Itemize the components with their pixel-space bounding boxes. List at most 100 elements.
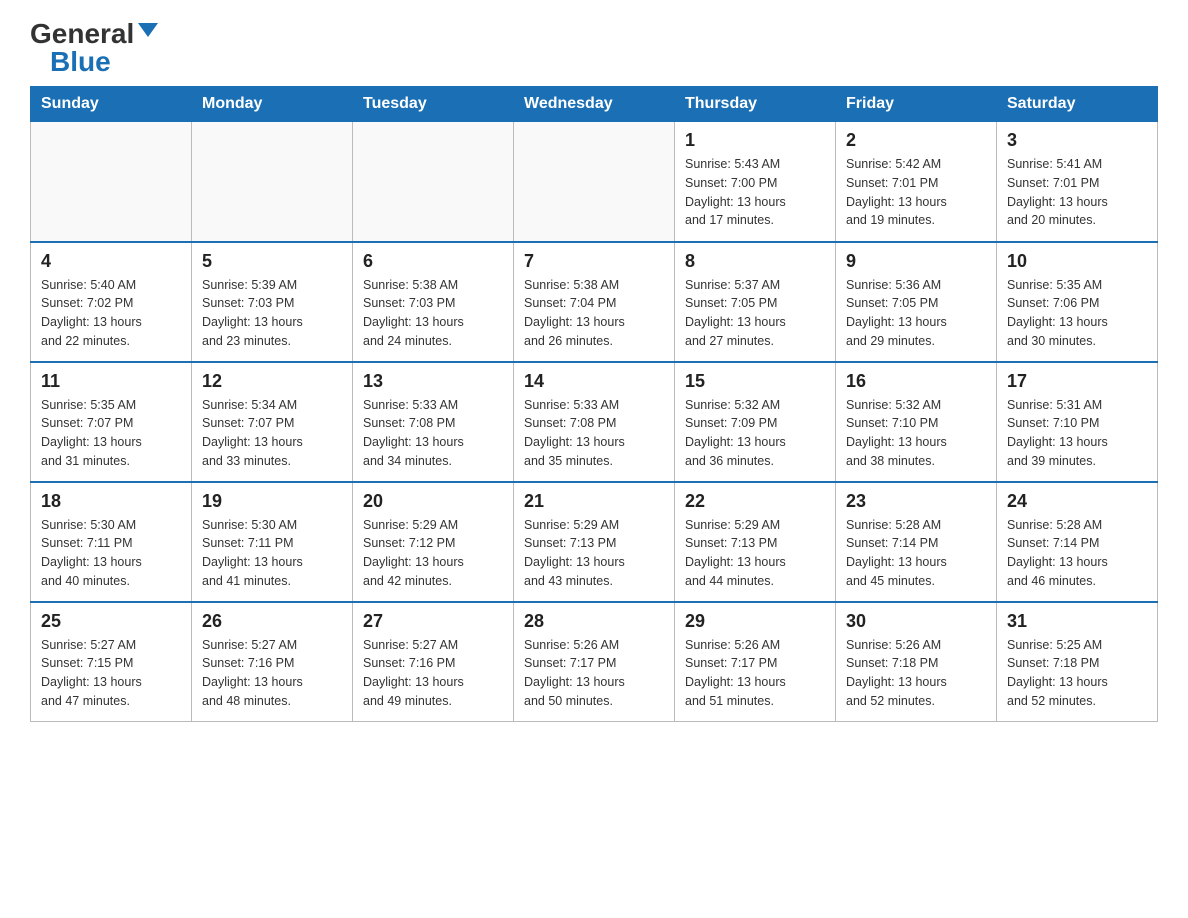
logo-triangle-icon xyxy=(138,23,158,37)
day-number: 12 xyxy=(202,371,342,392)
calendar-cell: 12 Sunrise: 5:34 AMSunset: 7:07 PMDayligh… xyxy=(192,362,353,482)
day-number: 22 xyxy=(685,491,825,512)
day-info: Sunrise: 5:26 AMSunset: 7:18 PMDaylight:… xyxy=(846,636,986,711)
day-info: Sunrise: 5:35 AMSunset: 7:06 PMDaylight:… xyxy=(1007,276,1147,351)
day-info: Sunrise: 5:41 AMSunset: 7:01 PMDaylight:… xyxy=(1007,155,1147,230)
day-number: 5 xyxy=(202,251,342,272)
day-info: Sunrise: 5:29 AMSunset: 7:13 PMDaylight:… xyxy=(524,516,664,591)
calendar-cell: 14 Sunrise: 5:33 AMSunset: 7:08 PMDayligh… xyxy=(514,362,675,482)
calendar-cell: 4 Sunrise: 5:40 AMSunset: 7:02 PMDaylight… xyxy=(31,242,192,362)
calendar-header-friday: Friday xyxy=(836,87,997,122)
day-number: 11 xyxy=(41,371,181,392)
calendar-cell xyxy=(353,122,514,242)
calendar-cell xyxy=(514,122,675,242)
day-info: Sunrise: 5:38 AMSunset: 7:04 PMDaylight:… xyxy=(524,276,664,351)
day-number: 21 xyxy=(524,491,664,512)
calendar-cell: 16 Sunrise: 5:32 AMSunset: 7:10 PMDayligh… xyxy=(836,362,997,482)
day-info: Sunrise: 5:35 AMSunset: 7:07 PMDaylight:… xyxy=(41,396,181,471)
day-number: 26 xyxy=(202,611,342,632)
day-number: 3 xyxy=(1007,130,1147,151)
day-info: Sunrise: 5:33 AMSunset: 7:08 PMDaylight:… xyxy=(363,396,503,471)
calendar-header-saturday: Saturday xyxy=(997,87,1158,122)
day-number: 13 xyxy=(363,371,503,392)
day-info: Sunrise: 5:28 AMSunset: 7:14 PMDaylight:… xyxy=(1007,516,1147,591)
calendar-week-row: 1 Sunrise: 5:43 AMSunset: 7:00 PMDaylight… xyxy=(31,122,1158,242)
calendar-header-sunday: Sunday xyxy=(31,87,192,122)
calendar-header-tuesday: Tuesday xyxy=(353,87,514,122)
calendar-cell: 8Sunrise: 5:37 AMSunset: 7:05 PMDaylight… xyxy=(675,242,836,362)
day-info: Sunrise: 5:37 AMSunset: 7:05 PMDaylight:… xyxy=(685,276,825,351)
day-number: 7 xyxy=(524,251,664,272)
calendar-cell: 21 Sunrise: 5:29 AMSunset: 7:13 PMDayligh… xyxy=(514,482,675,602)
day-number: 4 xyxy=(41,251,181,272)
day-number: 24 xyxy=(1007,491,1147,512)
day-info: Sunrise: 5:27 AMSunset: 7:16 PMDaylight:… xyxy=(363,636,503,711)
calendar-cell: 28Sunrise: 5:26 AMSunset: 7:17 PMDayligh… xyxy=(514,602,675,722)
calendar-cell: 25 Sunrise: 5:27 AMSunset: 7:15 PMDayligh… xyxy=(31,602,192,722)
logo-general-text: General xyxy=(30,20,134,48)
calendar-header-monday: Monday xyxy=(192,87,353,122)
day-number: 27 xyxy=(363,611,503,632)
day-number: 14 xyxy=(524,371,664,392)
day-info: Sunrise: 5:38 AMSunset: 7:03 PMDaylight:… xyxy=(363,276,503,351)
calendar-cell: 19 Sunrise: 5:30 AMSunset: 7:11 PMDayligh… xyxy=(192,482,353,602)
day-info: Sunrise: 5:30 AMSunset: 7:11 PMDaylight:… xyxy=(41,516,181,591)
calendar-cell: 5 Sunrise: 5:39 AMSunset: 7:03 PMDaylight… xyxy=(192,242,353,362)
calendar-cell: 6 Sunrise: 5:38 AMSunset: 7:03 PMDaylight… xyxy=(353,242,514,362)
day-info: Sunrise: 5:30 AMSunset: 7:11 PMDaylight:… xyxy=(202,516,342,591)
day-info: Sunrise: 5:43 AMSunset: 7:00 PMDaylight:… xyxy=(685,155,825,230)
day-number: 17 xyxy=(1007,371,1147,392)
day-info: Sunrise: 5:34 AMSunset: 7:07 PMDaylight:… xyxy=(202,396,342,471)
calendar-week-row: 11 Sunrise: 5:35 AMSunset: 7:07 PMDayligh… xyxy=(31,362,1158,482)
day-info: Sunrise: 5:31 AMSunset: 7:10 PMDaylight:… xyxy=(1007,396,1147,471)
day-number: 1 xyxy=(685,130,825,151)
calendar-header-wednesday: Wednesday xyxy=(514,87,675,122)
calendar-cell: 2Sunrise: 5:42 AMSunset: 7:01 PMDaylight… xyxy=(836,122,997,242)
calendar-week-row: 4 Sunrise: 5:40 AMSunset: 7:02 PMDaylight… xyxy=(31,242,1158,362)
logo-blue-text: Blue xyxy=(50,48,111,76)
calendar-cell: 22 Sunrise: 5:29 AMSunset: 7:13 PMDayligh… xyxy=(675,482,836,602)
page-header: General Blue xyxy=(30,20,1158,76)
day-info: Sunrise: 5:27 AMSunset: 7:15 PMDaylight:… xyxy=(41,636,181,711)
day-number: 16 xyxy=(846,371,986,392)
calendar-cell: 27 Sunrise: 5:27 AMSunset: 7:16 PMDayligh… xyxy=(353,602,514,722)
calendar-cell: 15Sunrise: 5:32 AMSunset: 7:09 PMDayligh… xyxy=(675,362,836,482)
calendar-cell: 30 Sunrise: 5:26 AMSunset: 7:18 PMDayligh… xyxy=(836,602,997,722)
calendar-cell: 10 Sunrise: 5:35 AMSunset: 7:06 PMDayligh… xyxy=(997,242,1158,362)
calendar-cell xyxy=(31,122,192,242)
day-number: 25 xyxy=(41,611,181,632)
day-number: 23 xyxy=(846,491,986,512)
calendar-header-thursday: Thursday xyxy=(675,87,836,122)
day-info: Sunrise: 5:26 AMSunset: 7:17 PMDaylight:… xyxy=(524,636,664,711)
day-info: Sunrise: 5:32 AMSunset: 7:10 PMDaylight:… xyxy=(846,396,986,471)
calendar-cell: 23 Sunrise: 5:28 AMSunset: 7:14 PMDayligh… xyxy=(836,482,997,602)
calendar-cell: 18 Sunrise: 5:30 AMSunset: 7:11 PMDayligh… xyxy=(31,482,192,602)
calendar-table: SundayMondayTuesdayWednesdayThursdayFrid… xyxy=(30,86,1158,722)
day-number: 2 xyxy=(846,130,986,151)
day-number: 20 xyxy=(363,491,503,512)
day-number: 6 xyxy=(363,251,503,272)
day-number: 31 xyxy=(1007,611,1147,632)
day-info: Sunrise: 5:36 AMSunset: 7:05 PMDaylight:… xyxy=(846,276,986,351)
day-info: Sunrise: 5:40 AMSunset: 7:02 PMDaylight:… xyxy=(41,276,181,351)
day-info: Sunrise: 5:25 AMSunset: 7:18 PMDaylight:… xyxy=(1007,636,1147,711)
day-info: Sunrise: 5:28 AMSunset: 7:14 PMDaylight:… xyxy=(846,516,986,591)
calendar-cell: 29 Sunrise: 5:26 AMSunset: 7:17 PMDayligh… xyxy=(675,602,836,722)
calendar-cell: 3 Sunrise: 5:41 AMSunset: 7:01 PMDaylight… xyxy=(997,122,1158,242)
day-number: 10 xyxy=(1007,251,1147,272)
day-number: 19 xyxy=(202,491,342,512)
day-info: Sunrise: 5:27 AMSunset: 7:16 PMDaylight:… xyxy=(202,636,342,711)
day-info: Sunrise: 5:39 AMSunset: 7:03 PMDaylight:… xyxy=(202,276,342,351)
calendar-cell: 20 Sunrise: 5:29 AMSunset: 7:12 PMDayligh… xyxy=(353,482,514,602)
day-number: 9 xyxy=(846,251,986,272)
day-info: Sunrise: 5:26 AMSunset: 7:17 PMDaylight:… xyxy=(685,636,825,711)
calendar-cell: 31 Sunrise: 5:25 AMSunset: 7:18 PMDayligh… xyxy=(997,602,1158,722)
day-number: 29 xyxy=(685,611,825,632)
calendar-week-row: 25 Sunrise: 5:27 AMSunset: 7:15 PMDayligh… xyxy=(31,602,1158,722)
day-number: 30 xyxy=(846,611,986,632)
day-number: 18 xyxy=(41,491,181,512)
day-info: Sunrise: 5:29 AMSunset: 7:12 PMDaylight:… xyxy=(363,516,503,591)
day-info: Sunrise: 5:29 AMSunset: 7:13 PMDaylight:… xyxy=(685,516,825,591)
day-info: Sunrise: 5:33 AMSunset: 7:08 PMDaylight:… xyxy=(524,396,664,471)
calendar-header-row: SundayMondayTuesdayWednesdayThursdayFrid… xyxy=(31,87,1158,122)
